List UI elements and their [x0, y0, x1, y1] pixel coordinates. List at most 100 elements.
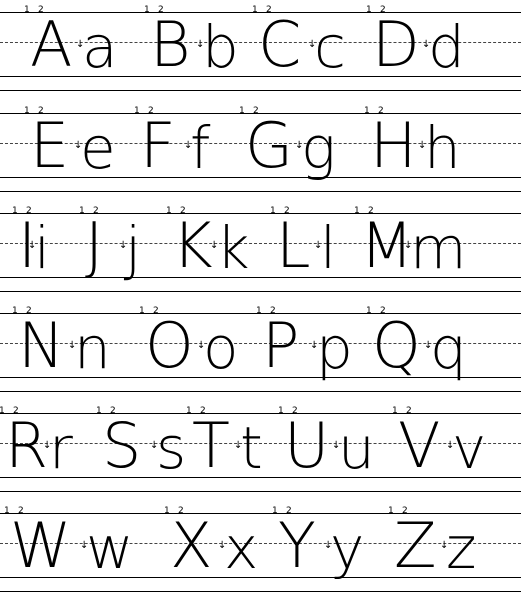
stroke-number: 1	[12, 306, 18, 316]
uppercase-letter: K	[172, 209, 213, 282]
stroke-number: 1	[139, 306, 145, 316]
stroke-number: 2	[406, 406, 412, 416]
stroke-number: 2	[378, 106, 384, 116]
stroke-number: 2	[253, 106, 259, 116]
descender-line	[0, 291, 521, 292]
uppercase-letter: P	[262, 309, 300, 382]
uppercase-letter: R	[5, 409, 49, 482]
stroke-number: 2	[26, 206, 32, 216]
uppercase-letter: N	[18, 309, 65, 382]
lowercase-letter: a	[82, 13, 118, 81]
stroke-arrow-icon: ↓	[324, 540, 333, 551]
stroke-number: 2	[26, 306, 32, 316]
letter-row: Ww 1 2 ↓ Xx 1 2 ↓ Yy 1 2 ↓ Zz 1 2 ↓	[0, 505, 521, 605]
stroke-number: 1	[278, 406, 284, 416]
lowercase-letter: x	[224, 514, 259, 582]
lowercase-letter: q	[430, 314, 467, 382]
stroke-arrow-icon: ↓	[234, 440, 243, 451]
stroke-number: 1	[239, 106, 245, 116]
stroke-number: 2	[110, 406, 116, 416]
lowercase-letter: w	[86, 514, 134, 582]
stroke-arrow-icon: ↓	[424, 340, 433, 351]
stroke-arrow-icon: ↓	[43, 440, 52, 451]
stroke-number: 1	[134, 106, 140, 116]
stroke-number: 2	[13, 406, 19, 416]
stroke-number: 1	[366, 5, 372, 15]
lowercase-letter: e	[80, 114, 116, 182]
uppercase-letter: O	[145, 309, 194, 382]
stroke-arrow-icon: ↓	[218, 540, 227, 551]
stroke-number: 2	[284, 206, 290, 216]
stroke-number: 1	[4, 506, 10, 516]
uppercase-letter: D	[372, 8, 420, 81]
uppercase-letter: Y	[278, 509, 316, 582]
stroke-arrow-icon: ↓	[295, 140, 304, 151]
stroke-arrow-icon: ↓	[446, 440, 455, 451]
descender-line	[0, 491, 521, 492]
stroke-number: 1	[272, 506, 278, 516]
lowercase-letter: y	[330, 514, 365, 582]
uppercase-letter: J	[85, 209, 104, 282]
lowercase-letter: f	[190, 114, 211, 182]
stroke-arrow-icon: ↓	[196, 39, 205, 50]
descender-line	[0, 90, 521, 91]
stroke-arrow-icon: ↓	[440, 540, 449, 551]
stroke-number: 1	[252, 5, 258, 15]
stroke-number: 2	[38, 5, 44, 15]
stroke-number: 1	[186, 406, 192, 416]
lowercase-letter: p	[316, 314, 353, 382]
uppercase-letter: L	[276, 209, 311, 282]
uppercase-letter: X	[170, 509, 213, 582]
lowercase-letter: r	[49, 414, 73, 482]
stroke-number: 1	[354, 206, 360, 216]
stroke-number: 1	[392, 406, 398, 416]
descender-line	[0, 391, 521, 392]
stroke-arrow-icon: ↓	[119, 240, 128, 251]
uppercase-letter: E	[30, 109, 70, 182]
lowercase-letter: t	[240, 414, 263, 482]
stroke-arrow-icon: ↓	[314, 240, 323, 251]
uppercase-letter: T	[192, 409, 230, 482]
stroke-number: 1	[270, 206, 276, 216]
descender-line	[0, 191, 521, 192]
top-line	[0, 513, 521, 514]
stroke-number: 2	[93, 206, 99, 216]
lowercase-letter: l	[320, 214, 337, 282]
letter-row: Ii 1 2 ↓ Jj 1 2 ↓ Kk 1 2 ↓ Ll 1 2 ↓ Mm 1 2 ↓	[0, 205, 521, 305]
lowercase-letter: s	[156, 414, 187, 482]
stroke-number: 2	[178, 506, 184, 516]
lowercase-letter: z	[446, 514, 477, 582]
stroke-number: 2	[158, 5, 164, 15]
uppercase-letter: S	[102, 409, 142, 482]
lowercase-letter: j	[125, 214, 142, 282]
stroke-number: 1	[0, 406, 5, 416]
lowercase-letter: n	[74, 314, 111, 382]
uppercase-letter: U	[284, 409, 330, 482]
stroke-number: 1	[96, 406, 102, 416]
baseline	[0, 577, 521, 578]
stroke-number: 1	[24, 106, 30, 116]
uppercase-letter: A	[30, 8, 73, 81]
lowercase-letter: d	[428, 13, 465, 81]
lowercase-letter: u	[338, 414, 375, 482]
uppercase-letter: W	[10, 509, 72, 582]
stroke-arrow-icon: ↓	[80, 540, 89, 551]
stroke-number: 2	[402, 506, 408, 516]
stroke-arrow-icon: ↓	[332, 440, 341, 451]
uppercase-letter: Z	[394, 509, 437, 582]
stroke-number: 1	[256, 306, 262, 316]
stroke-arrow-icon: ↓	[310, 340, 319, 351]
uppercase-letter: B	[150, 8, 191, 81]
lowercase-letter: v	[452, 414, 487, 482]
stroke-number: 2	[266, 5, 272, 15]
stroke-arrow-icon: ↓	[28, 240, 37, 251]
stroke-number: 2	[286, 506, 292, 516]
lowercase-letter: h	[424, 114, 461, 182]
stroke-number: 1	[144, 5, 150, 15]
letter-row: Rr 1 2 ↓ Ss 1 2 ↓ Tt 1 2 ↓ Uu 1 2 ↓ Vv 1 2 ↓	[0, 405, 521, 505]
uppercase-letter: C	[258, 8, 302, 81]
stroke-arrow-icon: ↓	[76, 39, 85, 50]
stroke-arrow-icon: ↓	[422, 39, 431, 50]
lowercase-letter: b	[202, 13, 239, 81]
stroke-arrow-icon: ↓	[150, 440, 159, 451]
